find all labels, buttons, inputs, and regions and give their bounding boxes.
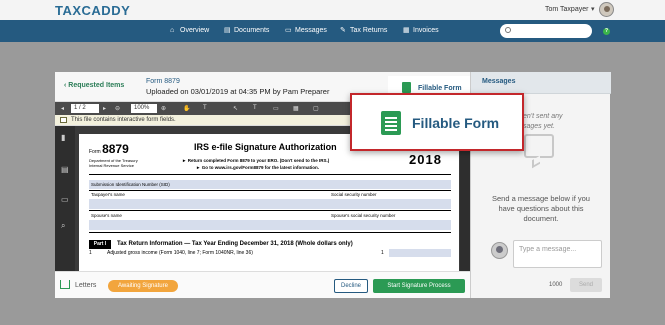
tax-year: 2018 xyxy=(409,152,442,167)
hand-tool-icon[interactable]: ✋ xyxy=(183,105,190,112)
invoice-icon: ▦ xyxy=(403,27,410,34)
agi-field[interactable] xyxy=(389,249,451,257)
line-text: Adjusted gross income (Form 1040, line 7… xyxy=(107,250,253,256)
nav-item-label: Documents xyxy=(234,27,270,34)
fillable-form-callout[interactable]: Fillable Form xyxy=(350,93,524,151)
part-title: Tax Return Information — Tax Year Ending… xyxy=(117,241,353,247)
form-number: Form 8879 xyxy=(89,142,129,156)
previous-page-icon[interactable]: ◂ xyxy=(61,105,64,112)
nav-item-messages[interactable]: ▭ Messages xyxy=(285,27,327,34)
help-icon[interactable]: ? xyxy=(603,28,610,35)
comment-icon[interactable]: ▭ xyxy=(273,105,279,112)
nav-item-overview[interactable]: ⌂ Overview xyxy=(170,27,209,34)
form-instruction: ► Go to www.irs.gov/Form8879 for the lat… xyxy=(196,165,320,170)
comments-icon[interactable]: ▭ xyxy=(61,196,69,204)
dept-line: Internal Revenue Service xyxy=(89,163,134,168)
panel-footer: Letters Awaiting Signature Decline Start… xyxy=(55,271,470,298)
tab-label: Fillable Form xyxy=(418,85,462,92)
search-icon[interactable]: ⌕ xyxy=(61,222,69,230)
form-number-value: 8879 xyxy=(102,142,129,156)
spouse-name-label: Spouse's name xyxy=(91,213,122,218)
form-instruction: ► Return completed Form 8879 to your ERO… xyxy=(182,158,330,163)
line-box-number: 1 xyxy=(381,250,384,256)
requested-items-link[interactable]: ‹ Requested Items xyxy=(64,82,124,89)
search-input[interactable] xyxy=(500,24,592,38)
document-icon: ▤ xyxy=(224,27,231,34)
notice-text: This file contains interactive form fiel… xyxy=(71,117,176,123)
send-hint: Send a message below if you have questio… xyxy=(492,194,590,223)
text-box-icon[interactable]: T xyxy=(253,105,257,111)
divider xyxy=(89,190,451,191)
messages-title: Messages xyxy=(482,78,516,85)
empty-line: en't sent any xyxy=(523,113,563,120)
status-badge: Awaiting Signature xyxy=(108,280,178,292)
next-page-icon[interactable]: ▸ xyxy=(103,105,106,112)
chevron-down-icon[interactable]: ▾ xyxy=(591,5,595,13)
nav-item-label: Tax Returns xyxy=(350,27,388,34)
spouse-name-field[interactable] xyxy=(89,220,451,230)
nav-item-invoices[interactable]: ▦ Invoices xyxy=(403,27,439,34)
taxcaddy-logo[interactable]: TAXCADDY xyxy=(55,3,130,18)
viewer-sidebar: ▮ ▤ ▭ ⌕ xyxy=(55,126,75,271)
user-name[interactable]: Tom Taxpayer xyxy=(545,6,588,13)
callout-label: Fillable Form xyxy=(412,115,500,131)
image-icon[interactable]: ▦ xyxy=(293,105,299,112)
nav-item-label: Messages xyxy=(295,27,327,34)
start-signature-button[interactable]: Start Signature Process xyxy=(373,279,465,293)
form-heading: IRS e-file Signature Authorization xyxy=(194,142,337,152)
empty-line: sages yet. xyxy=(523,123,555,130)
empty-messages-text: en't sent any sages yet. xyxy=(523,112,607,132)
message-input[interactable]: Type a message... xyxy=(513,240,602,268)
letters-link[interactable]: Letters xyxy=(75,282,96,289)
zoom-in-icon[interactable]: ⊕ xyxy=(161,105,166,112)
form-part-header: Part I Tax Return Information — Tax Year… xyxy=(89,240,451,249)
shape-icon[interactable]: ▢ xyxy=(313,105,319,112)
zoom-level[interactable]: 100% xyxy=(131,104,157,113)
form-label: Form xyxy=(89,149,101,155)
spouse-ssn-label: Spouse's social security number xyxy=(331,213,396,218)
part-badge: Part I xyxy=(89,240,111,249)
chat-bubble-icon xyxy=(524,134,554,158)
search-icon xyxy=(505,27,511,33)
ssn-label: Social security number xyxy=(331,192,377,197)
divider xyxy=(89,174,451,175)
nav-item-tax-returns[interactable]: ✎ Tax Returns xyxy=(340,27,387,34)
taxpayer-name-label: Taxpayer's name xyxy=(91,192,125,197)
form-icon xyxy=(381,111,401,135)
form-document: Form 8879 Department of the Treasury Int… xyxy=(79,134,459,271)
main-nav: ⌂ Overview ▤ Documents ▭ Messages ✎ Tax … xyxy=(0,20,665,42)
nav-item-label: Invoices xyxy=(413,27,439,34)
nav-item-documents[interactable]: ▤ Documents xyxy=(224,27,269,34)
character-count: 1000 xyxy=(549,282,563,288)
tax-returns-icon: ✎ xyxy=(340,27,346,34)
taxpayer-name-field[interactable] xyxy=(89,199,451,209)
home-icon: ⌂ xyxy=(170,27,175,34)
avatar[interactable] xyxy=(599,2,614,17)
zoom-out-icon[interactable]: ⊖ xyxy=(115,105,120,112)
avatar xyxy=(491,242,508,259)
sid-label: Submission Identification Number (SID) xyxy=(91,182,170,187)
messages-header: Messages xyxy=(471,72,611,94)
form-upload-info: Uploaded on 03/01/2019 at 04:35 PM by Pa… xyxy=(146,87,330,96)
form-title: Form 8879 xyxy=(146,78,180,85)
text-tool-icon[interactable]: T xyxy=(203,105,207,111)
page-indicator[interactable]: 1 / 2 xyxy=(71,104,99,113)
bookmark-icon[interactable]: ▮ xyxy=(61,134,69,142)
document-panel: ‹ Requested Items Form 8879 Uploaded on … xyxy=(55,72,611,298)
form-fields-icon xyxy=(60,117,67,123)
top-bar: TAXCADDY Tom Taxpayer ▾ xyxy=(0,0,665,20)
divider xyxy=(89,232,451,233)
line-number: 1 xyxy=(89,250,92,256)
form-icon xyxy=(402,82,411,93)
form-department: Department of the Treasury Internal Reve… xyxy=(89,158,159,168)
message-icon: ▭ xyxy=(285,27,292,34)
pages-icon[interactable]: ▤ xyxy=(61,166,69,174)
divider xyxy=(89,210,451,211)
send-button[interactable]: Send xyxy=(570,278,602,292)
decline-button[interactable]: Decline xyxy=(334,279,368,293)
nav-item-label: Overview xyxy=(180,27,210,34)
pointer-icon[interactable]: ↖ xyxy=(233,105,238,112)
download-icon[interactable] xyxy=(60,280,70,289)
